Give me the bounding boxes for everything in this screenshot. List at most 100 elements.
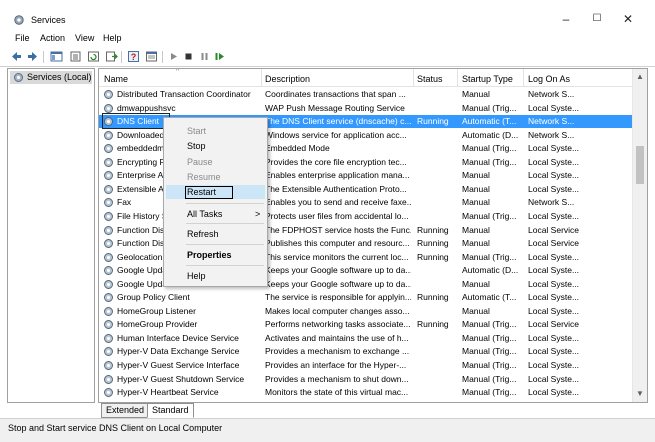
services-gear-icon bbox=[14, 73, 23, 82]
resume-icon[interactable] bbox=[213, 50, 226, 63]
scrollbar-thumb[interactable] bbox=[636, 146, 644, 184]
cell-logon: Local Service bbox=[528, 238, 580, 249]
cell-name: Distributed Transaction Coordinator bbox=[117, 89, 251, 99]
tab-standard[interactable]: Standard bbox=[147, 403, 194, 418]
cell-desc: Provides the core file encryption tec... bbox=[265, 156, 407, 167]
cell-startup: Manual (Trig... bbox=[462, 373, 517, 384]
service-gear-icon bbox=[104, 266, 113, 276]
minimize-button[interactable]: – bbox=[551, 11, 581, 27]
menu-separator bbox=[186, 244, 264, 245]
cell-startup: Manual (Trig... bbox=[462, 102, 517, 113]
menu-item-stop[interactable]: Stop bbox=[187, 141, 206, 151]
menu-item-help[interactable]: Help bbox=[187, 271, 206, 281]
stop-icon[interactable] bbox=[182, 50, 195, 63]
tree-node-label: Services (Local) bbox=[27, 72, 92, 82]
help-icon[interactable]: ? bbox=[127, 50, 140, 63]
cell-desc: Monitors the state of this virtual mac..… bbox=[265, 387, 409, 398]
column-description[interactable]: Description bbox=[265, 74, 310, 84]
menu-item-refresh[interactable]: Refresh bbox=[187, 229, 219, 239]
cell-desc: Provides a mechanism to exchange ... bbox=[265, 346, 410, 357]
tree-node-services-local[interactable]: Services (Local) bbox=[10, 71, 92, 84]
table-row[interactable]: HomeGroup Provider Performs networking ta… bbox=[99, 318, 632, 331]
menu-item-start[interactable]: Start bbox=[187, 126, 206, 136]
column-divider[interactable] bbox=[413, 69, 414, 86]
cell-startup: Automatic (T... bbox=[462, 116, 517, 127]
cell-logon: Local Syste... bbox=[528, 143, 580, 154]
console-tree-icon[interactable] bbox=[50, 50, 63, 63]
table-row[interactable]: Hyper-V Heartbeat Service Monitors the st… bbox=[99, 386, 632, 399]
cell-startup: Manual (Trig... bbox=[462, 346, 517, 357]
toolbar-separator bbox=[121, 51, 122, 63]
menu-item-restart[interactable]: Restart bbox=[187, 187, 216, 197]
cell-name: HomeGroup Listener bbox=[117, 305, 196, 316]
vertical-scrollbar[interactable]: ▲ ▼ bbox=[632, 69, 647, 402]
scroll-up-icon[interactable]: ▲ bbox=[633, 70, 647, 84]
play-icon[interactable] bbox=[167, 50, 180, 63]
table-row[interactable]: Group Policy Client The service is respon… bbox=[99, 291, 632, 304]
menu-file[interactable]: File bbox=[15, 33, 30, 43]
service-gear-icon bbox=[104, 293, 113, 303]
cell-startup: Manual (Trig... bbox=[462, 210, 517, 221]
scroll-down-icon[interactable]: ▼ bbox=[633, 387, 647, 401]
cell-startup: Manual (Trig... bbox=[462, 319, 517, 330]
menu-view[interactable]: View bbox=[75, 33, 94, 43]
cell-logon: Local Syste... bbox=[528, 183, 580, 194]
cell-startup: Manual (Trig... bbox=[462, 360, 517, 370]
table-row[interactable]: Distributed Transaction Coordinator Coord… bbox=[99, 88, 632, 101]
menu-item-all-tasks[interactable]: All Tasks bbox=[187, 209, 222, 219]
cell-desc: Coordinates transactions that span ... bbox=[265, 89, 406, 99]
properties-icon[interactable] bbox=[69, 50, 82, 63]
cell-logon: Local Syste... bbox=[528, 292, 580, 303]
table-row[interactable]: Human Interface Device Service Activates … bbox=[99, 332, 632, 345]
service-gear-icon bbox=[104, 361, 113, 370]
forward-arrow-icon[interactable] bbox=[26, 50, 39, 63]
back-arrow-icon[interactable] bbox=[10, 50, 23, 63]
column-startup-type[interactable]: Startup Type bbox=[462, 74, 513, 84]
column-divider[interactable] bbox=[523, 69, 524, 86]
service-gear-icon bbox=[104, 157, 113, 167]
menu-action[interactable]: Action bbox=[40, 33, 65, 43]
pause-icon[interactable] bbox=[198, 50, 211, 63]
cell-startup: Manual (Trig... bbox=[462, 143, 517, 154]
refresh-icon[interactable] bbox=[87, 50, 100, 63]
table-row[interactable]: Hyper-V Guest Shutdown Service Provides a… bbox=[99, 373, 632, 386]
column-log-on-as[interactable]: Log On As bbox=[528, 74, 570, 84]
cell-logon: Network S... bbox=[528, 129, 575, 140]
column-divider[interactable] bbox=[261, 69, 262, 86]
service-gear-icon bbox=[104, 184, 113, 194]
cell-startup: Automatic (D... bbox=[462, 265, 519, 276]
view-icon[interactable] bbox=[145, 50, 158, 63]
cell-desc: Publishes this computer and resourc... bbox=[265, 238, 410, 249]
cell-desc: Performs networking tasks associate... bbox=[265, 319, 411, 330]
menu-item-properties[interactable]: Properties bbox=[187, 250, 232, 260]
menu-item-pause[interactable]: Pause bbox=[187, 157, 213, 167]
service-gear-icon bbox=[104, 279, 113, 289]
export-icon[interactable] bbox=[105, 50, 118, 63]
column-divider[interactable] bbox=[457, 69, 458, 86]
menu-item-resume[interactable]: Resume bbox=[187, 172, 221, 182]
close-button[interactable]: ✕ bbox=[613, 11, 643, 27]
column-name[interactable]: Name bbox=[104, 74, 128, 84]
cell-name: Human Interface Device Service bbox=[117, 332, 239, 343]
maximize-button[interactable]: ☐ bbox=[582, 11, 612, 27]
service-gear-icon bbox=[104, 171, 113, 181]
cell-startup: Manual (Trig... bbox=[462, 251, 517, 262]
cell-status: Running bbox=[417, 251, 449, 262]
table-row[interactable]: Hyper-V Guest Service Interface Provides … bbox=[99, 359, 632, 372]
tab-extended[interactable]: Extended bbox=[101, 403, 150, 418]
column-status[interactable]: Status bbox=[417, 74, 443, 84]
table-row[interactable]: HomeGroup Listener Makes local computer c… bbox=[99, 305, 632, 318]
cell-logon: Local Syste... bbox=[528, 265, 580, 276]
cell-logon: Local Syste... bbox=[528, 210, 580, 221]
cell-logon: Local Syste... bbox=[528, 102, 580, 113]
toolbar: ? bbox=[0, 48, 655, 67]
cell-logon: Network S... bbox=[528, 89, 575, 99]
cell-status: Running bbox=[417, 224, 449, 235]
cell-desc: Protects user files from accidental lo..… bbox=[265, 210, 409, 221]
table-row[interactable]: Hyper-V Data Exchange Service Provides a … bbox=[99, 345, 632, 358]
menu-separator bbox=[186, 223, 264, 224]
cell-logon: Local Service bbox=[528, 319, 580, 330]
cell-desc: Keeps your Google software up to da... bbox=[265, 265, 411, 276]
table-row[interactable]: dmwappushsvc WAP Push Message Routing Ser… bbox=[99, 102, 632, 115]
menu-help[interactable]: Help bbox=[103, 33, 122, 43]
